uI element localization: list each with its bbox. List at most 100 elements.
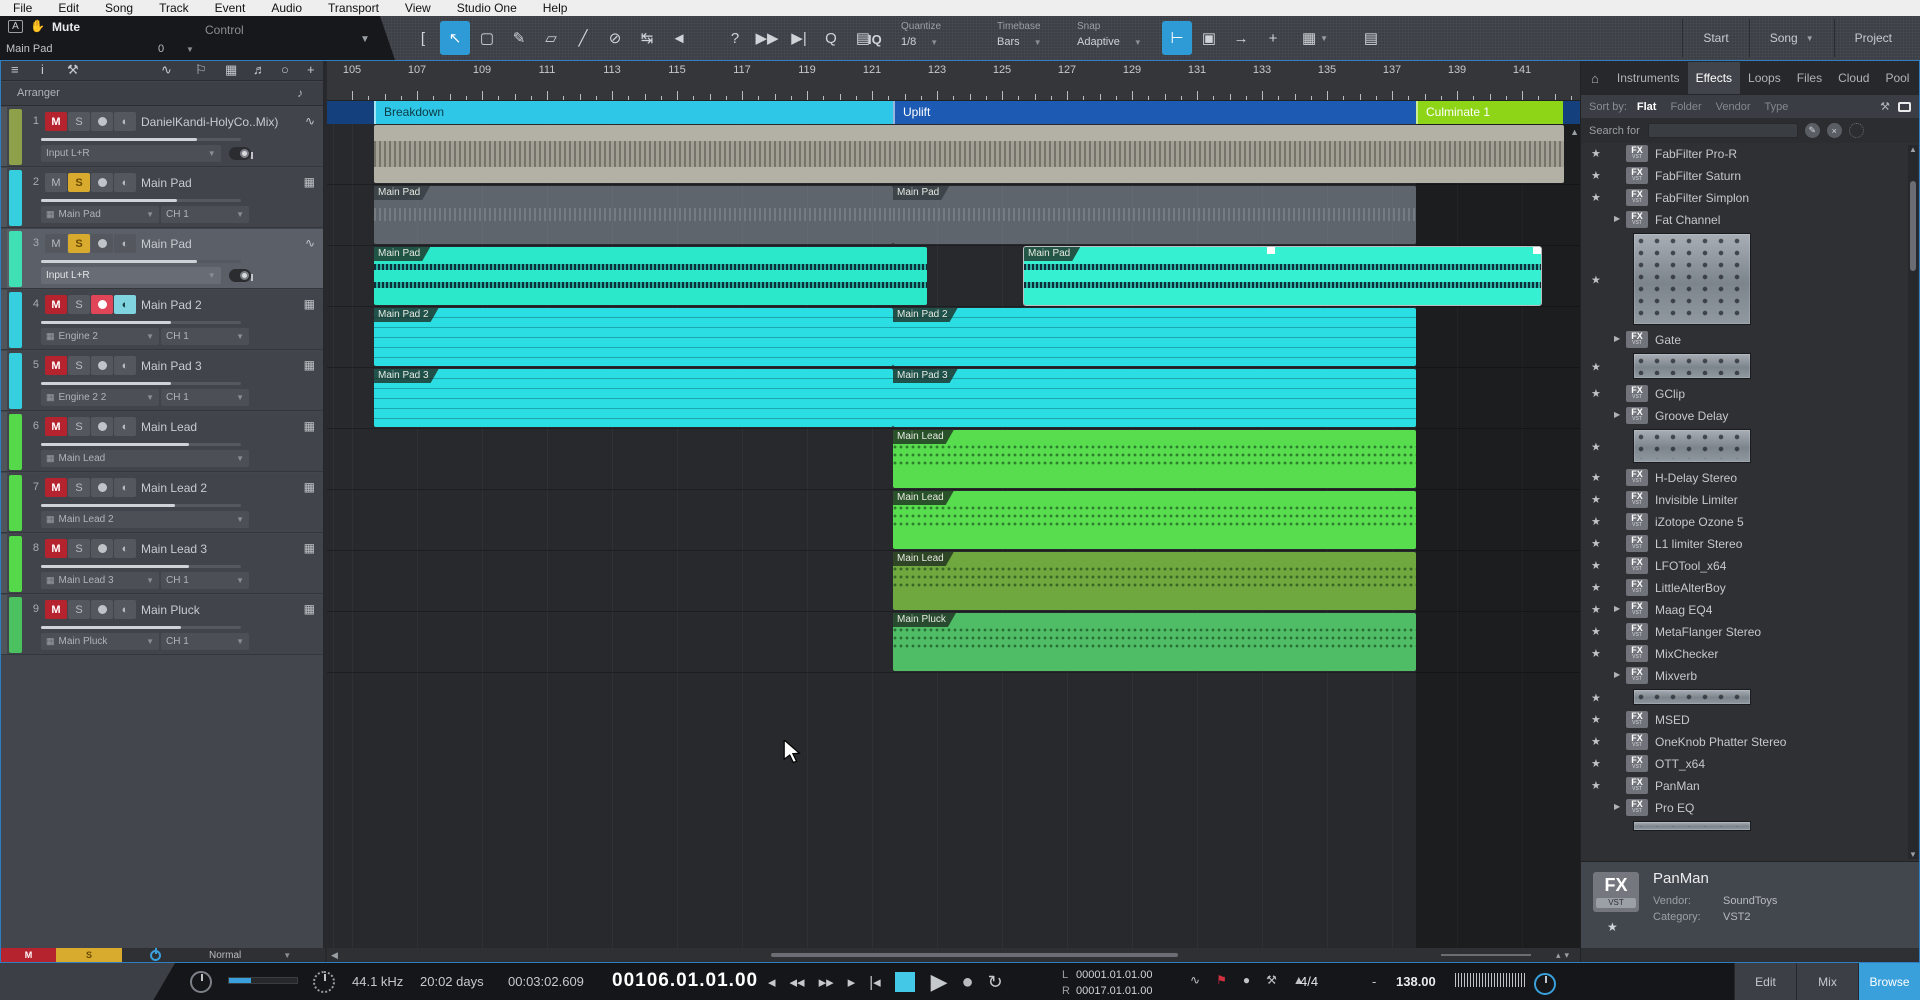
volume-slider[interactable] [41, 504, 241, 507]
scroll-up-arrow-icon[interactable]: ▲ [1909, 145, 1917, 154]
record-button[interactable]: ● [962, 971, 974, 994]
clip-main-pad-3[interactable]: Main Pad 3 [893, 369, 1416, 427]
clip-main-pad[interactable]: Main Pad [1023, 246, 1542, 306]
solo-button[interactable]: S [68, 234, 90, 253]
grid-settings-icon[interactable]: ▦ ▼ [1300, 21, 1330, 55]
solo-button[interactable]: S [68, 417, 90, 436]
marker-uplift[interactable]: Uplift [893, 101, 1416, 124]
page-button-song[interactable]: Song ▼ [1748, 19, 1834, 57]
sort-option-folder[interactable]: Folder [1670, 101, 1701, 113]
nudge-right-icon[interactable]: ▸ [848, 973, 856, 991]
track-row-6[interactable]: 6 M S ◐ Main Lead ▦ ▦ Main Lead ▼ [1, 412, 323, 472]
track-row-8[interactable]: 8 M S ◐ Main Lead 3 ▦ ▦ Main Lead 3 ▼ CH 1 ▼ [1, 534, 323, 594]
plugin-item[interactable]: ▶ FX VST Groove Delay [1581, 405, 1919, 427]
arrangement[interactable]: 105 107 109 111 113 115 117 119 121 123 125 127 129 1… [327, 61, 1581, 962]
plugin-item[interactable]: ★ FX VST LFOTool_x64 [1581, 555, 1919, 577]
sample-rate-value[interactable]: 44.1 kHz [352, 974, 403, 989]
plugin-item[interactable]: ▶ FX VST Mixverb [1581, 665, 1919, 687]
clip-handle[interactable] [1533, 247, 1541, 254]
volume-slider[interactable] [41, 199, 241, 202]
track-row-5[interactable]: 5 M S ◐ Main Pad 3 ▦ ▦ Engine 2 2 ▼ CH 1 ▼ [1, 351, 323, 411]
favorite-star-icon[interactable]: ★ [1591, 757, 1601, 770]
clip-main-pluck[interactable]: Main Pluck [893, 613, 1416, 671]
record-arm-button[interactable] [91, 600, 113, 619]
stop-button[interactable] [894, 972, 915, 992]
mute-button[interactable]: M [45, 539, 67, 558]
track-row-4[interactable]: 4 M S ◐ Main Pad 2 ▦ ▦ Engine 2 ▼ CH 1 ▼ [1, 290, 323, 350]
monitor-button[interactable]: ◐ [114, 173, 136, 192]
expand-arrow-icon[interactable]: ▶ [1614, 670, 1620, 679]
favorite-star-icon[interactable]: ★ [1591, 713, 1601, 726]
input-dropdown[interactable]: Input L+R ▼ [41, 145, 221, 162]
channel-dropdown[interactable]: CH 1 ▼ [161, 572, 249, 589]
plugin-item[interactable]: ★ FX VST MSED [1581, 709, 1919, 731]
nudge-left-icon[interactable]: ◂ [768, 973, 776, 991]
control-dropdown-icon[interactable]: ▼ [360, 34, 370, 45]
horizontal-scrollbar[interactable]: ◀ ▴▾ [327, 948, 1581, 962]
volume-slider[interactable] [41, 321, 241, 324]
mute-tool[interactable]: ⊘ [600, 21, 630, 55]
tab-instruments[interactable]: Instruments [1609, 62, 1688, 94]
view-button-mix[interactable]: Mix [1796, 963, 1858, 1000]
page-button-start[interactable]: Start [1682, 19, 1748, 57]
track-grab-edge[interactable] [1, 473, 7, 532]
track-grab-edge[interactable] [1, 534, 7, 593]
record-mode-icon[interactable]: ● [1243, 973, 1250, 987]
record-arm-button[interactable] [91, 417, 113, 436]
clock-time-value[interactable]: 00:03:02.609 [508, 974, 584, 989]
return-to-start-icon[interactable]: |◂ [869, 973, 880, 991]
timebase-value[interactable]: Bars ▼ [997, 36, 1042, 48]
plugin-item[interactable]: ★ FX VST Invisible Limiter [1581, 489, 1919, 511]
marker-lane[interactable]: Breakdown Uplift Culminate 1 [327, 101, 1581, 124]
favorite-star-icon[interactable]: ★ [1591, 735, 1601, 748]
eraser-tool[interactable]: ▱ [536, 21, 566, 55]
mute-button[interactable]: M [45, 600, 67, 619]
playhead-position-display[interactable]: 00106.01.01.00 [612, 970, 758, 992]
monitor-button[interactable]: ◐ [114, 539, 136, 558]
clip-main-pad[interactable]: Main Pad [374, 247, 927, 305]
clip-main-pad-3[interactable]: Main Pad 3 [374, 369, 893, 427]
inspector-icon[interactable]: i [41, 62, 44, 77]
menu-item-help[interactable]: Help [530, 1, 581, 15]
mute-button[interactable]: M [45, 295, 67, 314]
input-dropdown[interactable]: Input L+R ▼ [41, 267, 221, 284]
monitor-button[interactable]: ◐ [114, 417, 136, 436]
tab-effects[interactable]: Effects [1687, 62, 1741, 94]
monitor-button[interactable]: ◐ [114, 478, 136, 497]
stereo-toggle[interactable] [228, 147, 253, 160]
scroll-left-icon[interactable]: ◀ [331, 950, 338, 961]
video-icon[interactable]: ▤ [1356, 21, 1386, 55]
instrument-dropdown[interactable]: ▦ Engine 2 ▼ [41, 328, 159, 345]
scroll-down-arrow-icon[interactable]: ▼ [1909, 850, 1917, 859]
view-button-edit[interactable]: Edit [1734, 963, 1796, 1000]
plugin-thumbnail[interactable] [1633, 429, 1751, 463]
master-volume-knob[interactable] [1534, 973, 1556, 995]
clip-main-pad-2[interactable]: Main Pad 2 [893, 308, 1416, 366]
plugin-item[interactable]: ★ FX VST LittleAlterBoy [1581, 577, 1919, 599]
record-time-value[interactable]: 20:02 days [420, 974, 484, 989]
plugin-thumbnail[interactable] [1633, 353, 1751, 379]
arranger-row[interactable]: Arranger ♪ [1, 82, 323, 106]
menu-item-file[interactable]: File [0, 1, 45, 15]
tempo-curve-icon[interactable]: ∿ [1190, 973, 1200, 987]
clip-main-pad[interactable]: Main Pad [374, 186, 893, 244]
split-tool[interactable]: ╱ [568, 21, 598, 55]
channel-dropdown[interactable]: CH 1 ▼ [161, 389, 249, 406]
start-bracket-icon[interactable]: [ [408, 21, 438, 55]
marker-culminate-1[interactable]: Culminate 1 [1416, 101, 1563, 124]
range-tool[interactable]: ▢ [472, 21, 502, 55]
snap-value[interactable]: Adaptive ▼ [1077, 36, 1142, 48]
favorite-star-icon[interactable]: ★ [1591, 441, 1601, 454]
record-arm-button[interactable] [91, 112, 113, 131]
clear-search-icon[interactable]: × [1826, 123, 1842, 138]
solo-button[interactable]: S [68, 295, 90, 314]
track-grab-edge[interactable] [1, 229, 7, 288]
menu-item-audio[interactable]: Audio [258, 1, 315, 15]
record-arm-button[interactable] [91, 539, 113, 558]
solo-button[interactable]: S [68, 478, 90, 497]
plugin-item[interactable]: ★ FX VST MetaFlanger Stereo [1581, 621, 1919, 643]
track-row-1[interactable]: 1 M S ◐ DanielKandi-HolyCo..Mix) ∿ Input L+R ▼ [1, 107, 323, 167]
power-icon[interactable] [150, 947, 161, 961]
refresh-icon[interactable] [1848, 123, 1864, 138]
track-mode-value[interactable]: Normal [209, 950, 241, 961]
